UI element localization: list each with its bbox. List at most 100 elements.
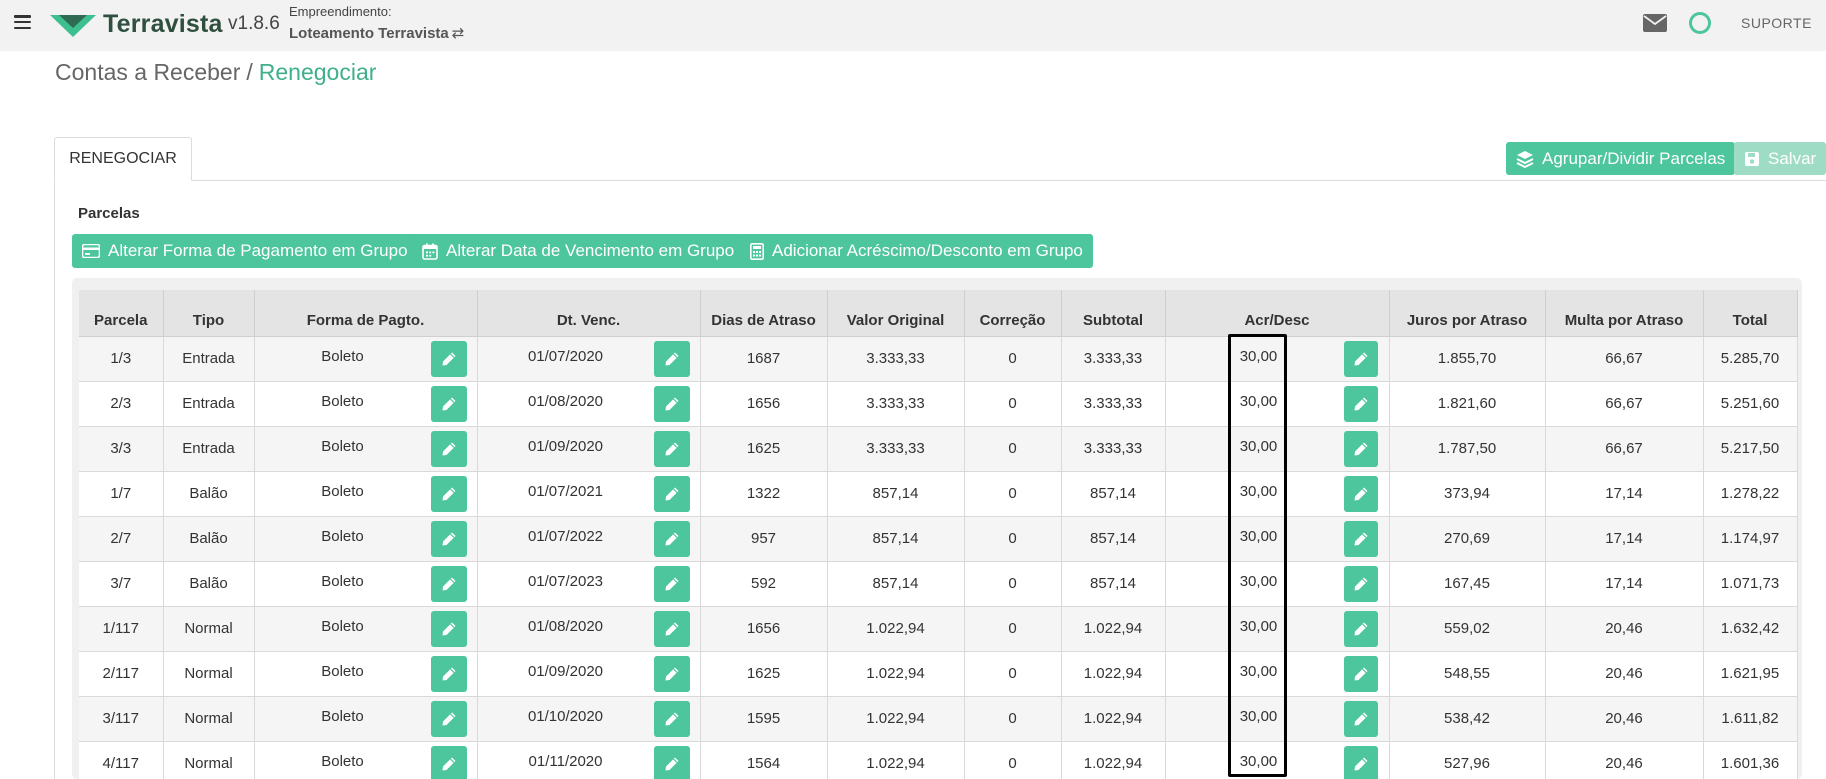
edit-due-date-button[interactable] bbox=[653, 700, 690, 737]
edit-acr-desc-button[interactable] bbox=[1343, 340, 1378, 377]
cell-forma-pagto: Boleto bbox=[254, 516, 478, 562]
cell-valor-original: 1.022,94 bbox=[827, 741, 965, 779]
cell-dt-venc: 01/11/2020 bbox=[477, 741, 701, 779]
pencil-icon bbox=[1354, 622, 1367, 635]
edit-due-date-button[interactable] bbox=[653, 745, 690, 779]
edit-due-date-button[interactable] bbox=[653, 475, 690, 512]
edit-payment-method-button[interactable] bbox=[430, 475, 467, 512]
cell-subtotal: 3.333,33 bbox=[1061, 381, 1166, 427]
edit-acr-desc-button[interactable] bbox=[1343, 610, 1378, 647]
payment-method-value: Boleto bbox=[321, 348, 364, 365]
cell-dt-venc: 01/10/2020 bbox=[477, 696, 701, 742]
cell-juros-atraso: 1.821,60 bbox=[1389, 381, 1546, 427]
edit-acr-desc-button[interactable] bbox=[1343, 655, 1378, 692]
edit-acr-desc-button[interactable] bbox=[1343, 475, 1378, 512]
edit-payment-method-button[interactable] bbox=[430, 565, 467, 602]
acr-desc-value: 30,00 bbox=[1239, 438, 1278, 455]
edit-payment-method-button[interactable] bbox=[430, 745, 467, 779]
pencil-icon bbox=[665, 532, 678, 545]
support-link[interactable]: SUPORTE bbox=[1741, 15, 1812, 31]
column-header[interactable]: Forma de Pagto. bbox=[254, 290, 478, 337]
acr-desc-value: 30,00 bbox=[1239, 483, 1278, 500]
edit-payment-method-button[interactable] bbox=[430, 340, 467, 377]
edit-acr-desc-button[interactable] bbox=[1343, 385, 1378, 422]
table-row: 1/117 Normal Boleto 01/08/2020 1656 1.02… bbox=[79, 606, 1798, 652]
column-header[interactable]: Parcela bbox=[79, 290, 164, 337]
change-payment-method-group-button[interactable]: Alterar Forma de Pagamento em Grupo bbox=[72, 234, 418, 268]
calendar-icon bbox=[422, 243, 438, 260]
edit-acr-desc-button[interactable] bbox=[1343, 700, 1378, 737]
breadcrumb-parent[interactable]: Contas a Receber bbox=[55, 59, 240, 85]
edit-due-date-button[interactable] bbox=[653, 430, 690, 467]
menu-icon[interactable] bbox=[14, 15, 31, 30]
add-surcharge-discount-group-button[interactable]: Adicionar Acréscimo/Desconto em Grupo bbox=[740, 234, 1093, 268]
column-header[interactable]: Total bbox=[1703, 290, 1798, 337]
edit-due-date-button[interactable] bbox=[653, 385, 690, 422]
column-header[interactable]: Subtotal bbox=[1061, 290, 1166, 337]
edit-payment-method-button[interactable] bbox=[430, 520, 467, 557]
cell-dias-atraso: 957 bbox=[700, 516, 828, 562]
mail-icon[interactable] bbox=[1643, 14, 1667, 32]
edit-acr-desc-button[interactable] bbox=[1343, 520, 1378, 557]
edit-payment-method-button[interactable] bbox=[430, 610, 467, 647]
empreendimento-selector[interactable]: Loteamento Terravista ⇄ bbox=[289, 24, 464, 42]
change-due-date-group-button[interactable]: Alterar Data de Vencimento em Grupo bbox=[412, 234, 745, 268]
column-header[interactable]: Juros por Atraso bbox=[1389, 290, 1546, 337]
due-date-value: 01/11/2020 bbox=[528, 753, 603, 770]
cell-correcao: 0 bbox=[964, 336, 1062, 382]
edit-payment-method-button[interactable] bbox=[430, 655, 467, 692]
edit-acr-desc-button[interactable] bbox=[1343, 745, 1378, 779]
pencil-icon bbox=[665, 757, 678, 770]
edit-acr-desc-button[interactable] bbox=[1343, 565, 1378, 602]
column-header[interactable]: Correção bbox=[964, 290, 1062, 337]
edit-due-date-button[interactable] bbox=[653, 520, 690, 557]
cell-total: 1.601,36 bbox=[1703, 741, 1798, 779]
column-header[interactable]: Tipo bbox=[163, 290, 255, 337]
edit-due-date-button[interactable] bbox=[653, 655, 690, 692]
cell-correcao: 0 bbox=[964, 516, 1062, 562]
column-header[interactable]: Dias de Atraso bbox=[700, 290, 828, 337]
cell-subtotal: 3.333,33 bbox=[1061, 336, 1166, 382]
cell-dias-atraso: 1564 bbox=[700, 741, 828, 779]
cell-total: 1.621,95 bbox=[1703, 651, 1798, 697]
cell-dias-atraso: 1656 bbox=[700, 606, 828, 652]
tab-renegociar[interactable]: RENEGOCIAR bbox=[54, 137, 192, 181]
cell-acr-desc: 30,00 bbox=[1165, 696, 1390, 742]
column-header[interactable]: Valor Original bbox=[827, 290, 965, 337]
column-header[interactable]: Dt. Venc. bbox=[477, 290, 701, 337]
edit-due-date-button[interactable] bbox=[653, 340, 690, 377]
acr-desc-value: 30,00 bbox=[1239, 393, 1278, 410]
save-label: Salvar bbox=[1768, 148, 1817, 168]
edit-acr-desc-button[interactable] bbox=[1343, 430, 1378, 467]
column-header[interactable]: Multa por Atraso bbox=[1545, 290, 1704, 337]
edit-due-date-button[interactable] bbox=[653, 610, 690, 647]
cell-valor-original: 1.022,94 bbox=[827, 651, 965, 697]
edit-payment-method-button[interactable] bbox=[430, 385, 467, 422]
cell-juros-atraso: 1.855,70 bbox=[1389, 336, 1546, 382]
cell-tipo: Entrada bbox=[163, 336, 255, 382]
edit-payment-method-button[interactable] bbox=[430, 430, 467, 467]
cell-parcela: 2/7 bbox=[79, 516, 164, 562]
column-header[interactable]: Acr/Desc bbox=[1165, 290, 1390, 337]
group-split-button[interactable]: Agrupar/Dividir Parcelas bbox=[1506, 142, 1736, 175]
due-date-value: 01/08/2020 bbox=[527, 618, 604, 635]
cell-parcela: 1/117 bbox=[79, 606, 164, 652]
cell-subtotal: 1.022,94 bbox=[1061, 606, 1166, 652]
cell-forma-pagto: Boleto bbox=[254, 426, 478, 472]
cell-valor-original: 857,14 bbox=[827, 471, 965, 517]
cell-juros-atraso: 1.787,50 bbox=[1389, 426, 1546, 472]
brand-name: Terravista bbox=[103, 10, 223, 38]
pencil-icon bbox=[665, 397, 678, 410]
breadcrumb-current: Renegociar bbox=[258, 59, 377, 85]
acr-desc-value: 30,00 bbox=[1239, 618, 1278, 635]
cell-dias-atraso: 1625 bbox=[700, 426, 828, 472]
breadcrumb: Contas a Receber / Renegociar bbox=[55, 59, 376, 86]
acr-desc-value: 30,00 bbox=[1239, 663, 1278, 680]
save-button[interactable]: Salvar bbox=[1734, 142, 1826, 175]
edit-payment-method-button[interactable] bbox=[430, 700, 467, 737]
terravista-logo-icon[interactable] bbox=[50, 13, 96, 37]
payment-method-value: Boleto bbox=[321, 618, 364, 635]
pencil-icon bbox=[442, 487, 455, 500]
status-indicator-icon[interactable] bbox=[1689, 12, 1711, 34]
edit-due-date-button[interactable] bbox=[653, 565, 690, 602]
